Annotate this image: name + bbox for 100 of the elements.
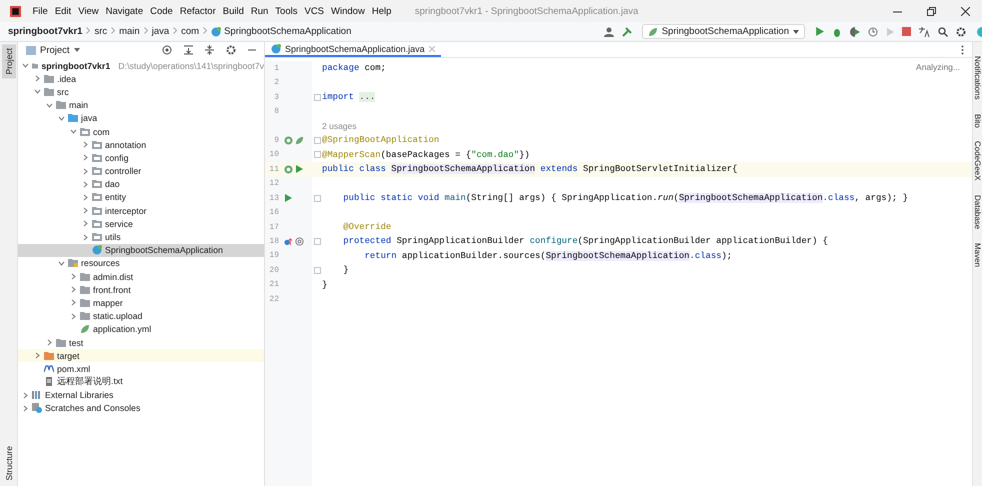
- menu-item[interactable]: Run: [247, 6, 272, 16]
- tool-window-tab[interactable]: Maven: [975, 243, 982, 268]
- chevron-right-icon[interactable]: [34, 75, 41, 82]
- tree-item[interactable]: .idea: [18, 72, 264, 86]
- fold-marker[interactable]: [314, 194, 321, 202]
- tree-item[interactable]: target: [18, 349, 264, 362]
- settings-icon[interactable]: [226, 45, 236, 55]
- code-line: @MapperScan(basePackages = {"com.dao"}): [322, 150, 530, 160]
- tree-item[interactable]: java: [18, 112, 264, 125]
- menu-item[interactable]: View: [74, 6, 102, 16]
- package-folder-icon: [92, 232, 102, 242]
- breadcrumb[interactable]: main: [119, 26, 140, 37]
- fold-marker[interactable]: [314, 151, 321, 158]
- menu-item[interactable]: Edit: [51, 6, 75, 16]
- menu-item[interactable]: Refactor: [176, 6, 220, 16]
- tree-item[interactable]: com: [18, 124, 264, 138]
- target-icon[interactable]: [162, 45, 172, 55]
- editor-tab[interactable]: SpringbootSchemaApplication.java: [265, 42, 441, 57]
- breadcrumb[interactable]: SpringbootSchemaApplication: [211, 26, 352, 37]
- libraries-icon: [32, 390, 42, 400]
- tree-item[interactable]: mapper: [18, 296, 264, 310]
- tool-window-tab[interactable]: Database: [975, 194, 982, 230]
- tool-window-tab[interactable]: Notifications: [975, 56, 982, 100]
- menu-item[interactable]: File: [29, 6, 52, 16]
- tree-item[interactable]: entity: [18, 190, 264, 204]
- line-number: 19: [268, 251, 279, 260]
- line-number: 8: [273, 107, 279, 116]
- panel-title[interactable]: Project: [40, 44, 70, 56]
- tree-item[interactable]: service: [18, 217, 264, 230]
- code-line: protected SpringApplicationBuilder configure(SpringApplicationBuilder applicationBuilder) {: [342, 236, 828, 246]
- code-line: public static void main(String[] args) { SpringApplication.run(SpringbootSchemaApplication.class, args); }: [342, 193, 908, 204]
- more-icon[interactable]: [961, 45, 964, 55]
- tree-item[interactable]: SpringbootSchemaApplication: [18, 244, 264, 257]
- tree-item[interactable]: 远程部署说明.txt: [18, 376, 264, 389]
- breadcrumb[interactable]: com: [181, 26, 200, 37]
- close-icon[interactable]: [960, 6, 970, 16]
- tree-item[interactable]: config: [18, 151, 264, 164]
- folder-icon: [44, 74, 54, 84]
- profile-icon[interactable]: [868, 26, 878, 36]
- tree-item[interactable]: front.front: [18, 283, 264, 296]
- tree-item[interactable]: dao: [18, 178, 264, 191]
- tree-item[interactable]: springboot7vkr1 D:\study\operations\141\springboot7v: [18, 59, 264, 72]
- tree-item[interactable]: static.upload: [18, 310, 264, 323]
- tool-window-tab[interactable]: Bito: [975, 114, 982, 128]
- tool-window-tab[interactable]: Structure: [2, 442, 16, 484]
- tree-item[interactable]: interceptor: [18, 204, 264, 218]
- breadcrumb[interactable]: src: [94, 26, 108, 37]
- user-icon[interactable]: [604, 26, 614, 36]
- translate-icon[interactable]: [919, 26, 930, 36]
- breadcrumb[interactable]: springboot7vkr1: [8, 26, 82, 37]
- tree-item[interactable]: External Libraries: [18, 388, 264, 402]
- restore-icon[interactable]: [926, 6, 936, 16]
- leaf-icon[interactable]: [295, 136, 304, 145]
- menu-item[interactable]: VCS: [300, 6, 328, 16]
- menu-item[interactable]: Build: [219, 6, 248, 16]
- hammer-icon[interactable]: [622, 26, 632, 36]
- run-icon[interactable]: [295, 165, 303, 174]
- chevron-down-icon[interactable]: [22, 62, 29, 70]
- plugin-logo-icon[interactable]: [974, 26, 982, 36]
- tool-window-tab[interactable]: CodeGeeX: [975, 141, 982, 181]
- breadcrumb[interactable]: java: [152, 26, 170, 37]
- run-icon[interactable]: [284, 194, 292, 202]
- code-line: return applicationBuilder.sources(SpringbootSchemaApplication.class);: [364, 250, 732, 261]
- coverage-icon[interactable]: [850, 26, 860, 36]
- tree-item[interactable]: src: [18, 85, 264, 99]
- menu-item[interactable]: Code: [146, 6, 176, 16]
- tree-item[interactable]: controller: [18, 164, 264, 178]
- tree-item[interactable]: main: [18, 98, 264, 112]
- tree-item[interactable]: admin.dist: [18, 270, 264, 284]
- expand-all-icon[interactable]: [184, 45, 193, 55]
- tool-window-tab[interactable]: Project: [2, 44, 16, 78]
- menu-item[interactable]: Navigate: [102, 6, 147, 16]
- tree-item[interactable]: Scratches and Consoles: [18, 402, 264, 416]
- fold-marker[interactable]: [314, 266, 321, 274]
- run-configuration-dropdown[interactable]: SpringbootSchemaApplication: [642, 24, 805, 39]
- menu-item[interactable]: Tools: [272, 6, 301, 16]
- bean-icon[interactable]: [284, 164, 293, 174]
- tree-item[interactable]: resources: [18, 256, 264, 270]
- collapse-all-icon[interactable]: [205, 45, 214, 55]
- at-sign-icon[interactable]: [295, 236, 304, 246]
- analysis-status: Analyzing...: [916, 62, 960, 72]
- fold-marker[interactable]: [314, 238, 321, 245]
- fold-marker[interactable]: [314, 136, 321, 144]
- maven-icon: [44, 364, 54, 374]
- fold-marker[interactable]: [314, 94, 321, 101]
- menu-item[interactable]: Help: [368, 6, 395, 16]
- debug-icon[interactable]: [832, 26, 842, 36]
- tree-item[interactable]: annotation: [18, 138, 264, 152]
- tree-item[interactable]: pom.xml: [18, 362, 264, 376]
- override-icon[interactable]: [284, 236, 293, 246]
- tree-item[interactable]: utils: [18, 230, 264, 244]
- run-icon[interactable]: [815, 27, 824, 36]
- bean-icon[interactable]: [284, 136, 293, 145]
- settings-icon[interactable]: [956, 26, 966, 36]
- caret-icon[interactable]: [74, 48, 80, 52]
- menu-item[interactable]: Window: [328, 6, 368, 16]
- chevron-down-icon[interactable]: [58, 260, 65, 267]
- tree-item[interactable]: test: [18, 336, 264, 350]
- tree-item[interactable]: application.yml: [18, 322, 264, 336]
- search-icon[interactable]: [938, 26, 948, 36]
